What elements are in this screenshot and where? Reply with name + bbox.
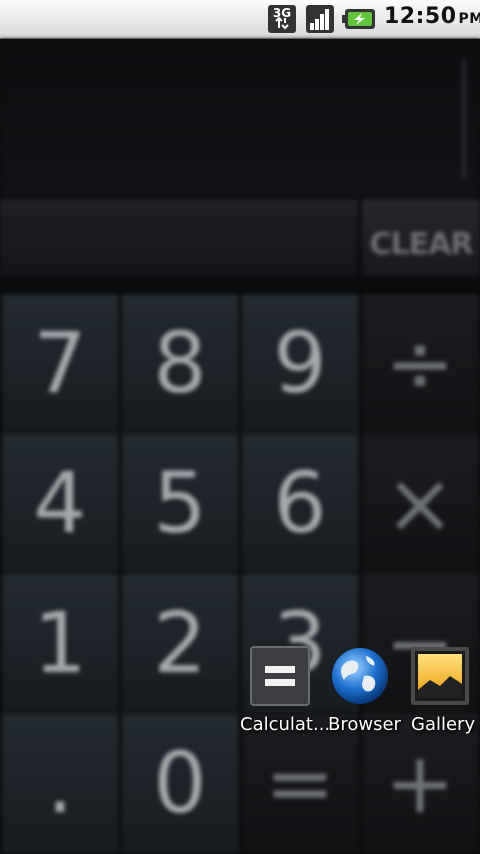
key-8: 8 — [122, 294, 240, 434]
clock-time: 12:50 — [384, 4, 457, 29]
key-0: 0 — [122, 714, 240, 854]
battery-charging-icon — [342, 9, 375, 29]
key-multiply: × — [362, 434, 480, 574]
key-6: 6 — [242, 434, 360, 574]
status-bar: 3G 12:50 PM — [0, 0, 480, 39]
key-5: 5 — [122, 434, 240, 574]
network-3g-icon: 3G — [268, 5, 296, 33]
network-label: 3G — [273, 6, 291, 20]
display-scrollbar — [462, 59, 466, 179]
key-7: 7 — [2, 294, 120, 434]
key-4: 4 — [2, 434, 120, 574]
clear-button: CLEAR — [362, 199, 480, 277]
key-divide: ÷ — [362, 294, 480, 434]
app-label-gallery: Gallery — [411, 714, 476, 735]
gallery-icon — [411, 647, 469, 705]
key-equals: = — [242, 714, 360, 854]
clock-ampm: PM — [458, 11, 480, 27]
calculator-display — [0, 39, 480, 197]
globe-icon — [332, 648, 388, 704]
key-9: 9 — [242, 294, 360, 434]
key-1: 1 — [2, 574, 120, 714]
clock: 12:50 PM — [384, 4, 480, 29]
key-2: 2 — [122, 574, 240, 714]
app-label-calculator: Calculat... — [240, 714, 331, 735]
key-plus: + — [362, 714, 480, 854]
calculator-icon — [250, 646, 310, 706]
key-dot: . — [2, 714, 120, 854]
app-label-browser: Browser — [328, 714, 401, 735]
signal-bars-icon — [306, 5, 334, 33]
calculator-input-field — [0, 199, 358, 277]
